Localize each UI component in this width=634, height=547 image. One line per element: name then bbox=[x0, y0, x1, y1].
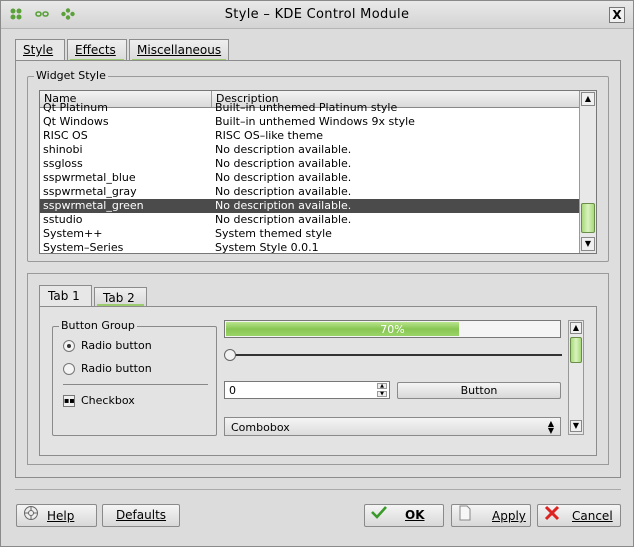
radio-button-2-label: Radio button bbox=[81, 362, 152, 375]
tab-style-label: Style bbox=[23, 43, 54, 57]
footer-separator bbox=[15, 489, 621, 490]
item-name: RISC OS bbox=[43, 129, 88, 142]
list-item[interactable]: RISC OS RISC OS–like theme bbox=[40, 129, 580, 143]
item-description: Built–in unthemed Platinum style bbox=[215, 101, 398, 114]
preview-tab-2[interactable]: Tab 2 bbox=[94, 287, 147, 306]
item-name: sspwrmetal_blue bbox=[43, 171, 136, 184]
kde-style-window: Style – KDE Control Module X Style Effec… bbox=[0, 0, 634, 547]
radio-button-2[interactable] bbox=[63, 363, 75, 375]
checkbox[interactable]: ▪▪ bbox=[63, 395, 75, 407]
radio-button-1[interactable] bbox=[63, 340, 75, 352]
list-item[interactable]: System++ System themed style bbox=[40, 227, 580, 241]
item-description: RISC OS–like theme bbox=[215, 129, 324, 142]
tab-style[interactable]: Style bbox=[15, 39, 65, 62]
list-scrollbar[interactable]: ▲ ▼ bbox=[579, 91, 596, 253]
tab-miscellaneous-label: Miscellaneous bbox=[137, 43, 222, 57]
checkmark-icon bbox=[371, 505, 387, 526]
style-list[interactable]: Name Description Qt Platinum Built–in unt… bbox=[39, 90, 597, 254]
item-name: sspwrmetal_gray bbox=[43, 185, 137, 198]
slider-handle[interactable] bbox=[224, 349, 236, 361]
progress-bar: 70% bbox=[224, 320, 561, 338]
defaults-label: Defaults bbox=[115, 508, 167, 522]
preview-tab-1[interactable]: Tab 1 bbox=[39, 285, 92, 306]
widget-style-title: Widget Style bbox=[34, 69, 108, 82]
cancel-button[interactable]: Cancel bbox=[537, 504, 621, 527]
list-item[interactable]: System–Series System Style 0.0.1 bbox=[40, 241, 580, 254]
list-rows: Qt Platinum Built–in unthemed Platinum st… bbox=[40, 101, 580, 254]
scroll-down-icon[interactable]: ▼ bbox=[570, 420, 582, 432]
window-title: Style – KDE Control Module bbox=[224, 7, 410, 22]
item-description: System themed style bbox=[215, 227, 332, 240]
tab-effects[interactable]: Effects bbox=[67, 39, 127, 61]
preview-scrollbar[interactable]: ▲ ▼ bbox=[568, 320, 584, 435]
list-item[interactable]: Qt Platinum Built–in unthemed Platinum st… bbox=[40, 101, 580, 115]
cancel-label: Cancel bbox=[572, 509, 613, 523]
radio-button-1-label: Radio button bbox=[81, 339, 152, 352]
spin-up-icon[interactable]: ▲ bbox=[377, 383, 387, 389]
list-item[interactable]: sspwrmetal_blue No description available. bbox=[40, 171, 580, 185]
close-button[interactable]: X bbox=[609, 7, 625, 23]
item-description: No description available. bbox=[215, 171, 352, 184]
preview-tab-2-label: Tab 2 bbox=[103, 291, 135, 305]
apply-label: Apply bbox=[492, 509, 526, 523]
item-description: No description available. bbox=[215, 213, 352, 226]
progress-text: 70% bbox=[380, 323, 405, 336]
spin-down-icon[interactable]: ▼ bbox=[377, 391, 387, 397]
spinbox-value: 0 bbox=[229, 384, 236, 397]
slider-track[interactable] bbox=[229, 354, 562, 356]
item-description: Built–in unthemed Windows 9x style bbox=[215, 115, 415, 128]
item-name: sspwrmetal_green bbox=[43, 199, 144, 212]
item-description: No description available. bbox=[215, 185, 352, 198]
defaults-button[interactable]: Defaults bbox=[102, 504, 180, 527]
group-divider bbox=[63, 384, 208, 385]
document-icon bbox=[458, 505, 472, 528]
item-description: No description available. bbox=[215, 143, 352, 156]
item-name: System++ bbox=[43, 227, 103, 240]
help-button[interactable]: Help bbox=[16, 504, 97, 527]
list-item[interactable]: sspwrmetal_gray No description available. bbox=[40, 185, 580, 199]
item-name: Qt Platinum bbox=[43, 101, 108, 114]
help-icon bbox=[23, 505, 39, 528]
item-description: System Style 0.0.1 bbox=[215, 241, 319, 254]
tab-effects-label: Effects bbox=[75, 43, 116, 57]
spinbox[interactable]: 0 ▲ ▼ bbox=[224, 381, 390, 399]
combo-arrows-icon: ▲ ▼ bbox=[547, 419, 554, 435]
combobox[interactable]: Combobox ▲ ▼ bbox=[224, 417, 561, 436]
scroll-up-icon[interactable]: ▲ bbox=[581, 92, 595, 106]
item-name: System–Series bbox=[43, 241, 124, 254]
scroll-down-icon[interactable]: ▼ bbox=[581, 237, 595, 251]
scrollbar-thumb[interactable] bbox=[570, 337, 582, 363]
list-item-selected[interactable]: sspwrmetal_green No description available… bbox=[40, 199, 580, 213]
list-item[interactable]: shinobi No description available. bbox=[40, 143, 580, 157]
list-item[interactable]: ssgloss No description available. bbox=[40, 157, 580, 171]
tab-miscellaneous[interactable]: Miscellaneous bbox=[129, 39, 229, 61]
scroll-up-icon[interactable]: ▲ bbox=[570, 322, 582, 334]
item-description: No description available. bbox=[215, 199, 352, 212]
list-item[interactable]: Qt Windows Built–in unthemed Windows 9x s… bbox=[40, 115, 580, 129]
preview-tab-1-label: Tab 1 bbox=[48, 289, 80, 303]
item-name: sstudio bbox=[43, 213, 83, 226]
checkbox-label: Checkbox bbox=[81, 394, 135, 407]
item-name: ssgloss bbox=[43, 157, 83, 170]
list-item[interactable]: sstudio No description available. bbox=[40, 213, 580, 227]
apply-button[interactable]: Apply bbox=[451, 504, 531, 527]
item-name: Qt Windows bbox=[43, 115, 109, 128]
cancel-x-icon bbox=[544, 505, 560, 528]
item-name: shinobi bbox=[43, 143, 83, 156]
button-group-title: Button Group bbox=[59, 319, 137, 332]
title-bar[interactable]: Style – KDE Control Module X bbox=[1, 1, 633, 29]
help-label: Help bbox=[47, 509, 75, 523]
ok-button[interactable]: OK bbox=[364, 504, 444, 527]
combobox-value: Combobox bbox=[231, 421, 290, 434]
scrollbar-thumb[interactable] bbox=[581, 203, 595, 233]
ok-label: OK bbox=[405, 508, 425, 522]
preview-button[interactable]: Button bbox=[397, 382, 561, 399]
item-description: No description available. bbox=[215, 157, 352, 170]
